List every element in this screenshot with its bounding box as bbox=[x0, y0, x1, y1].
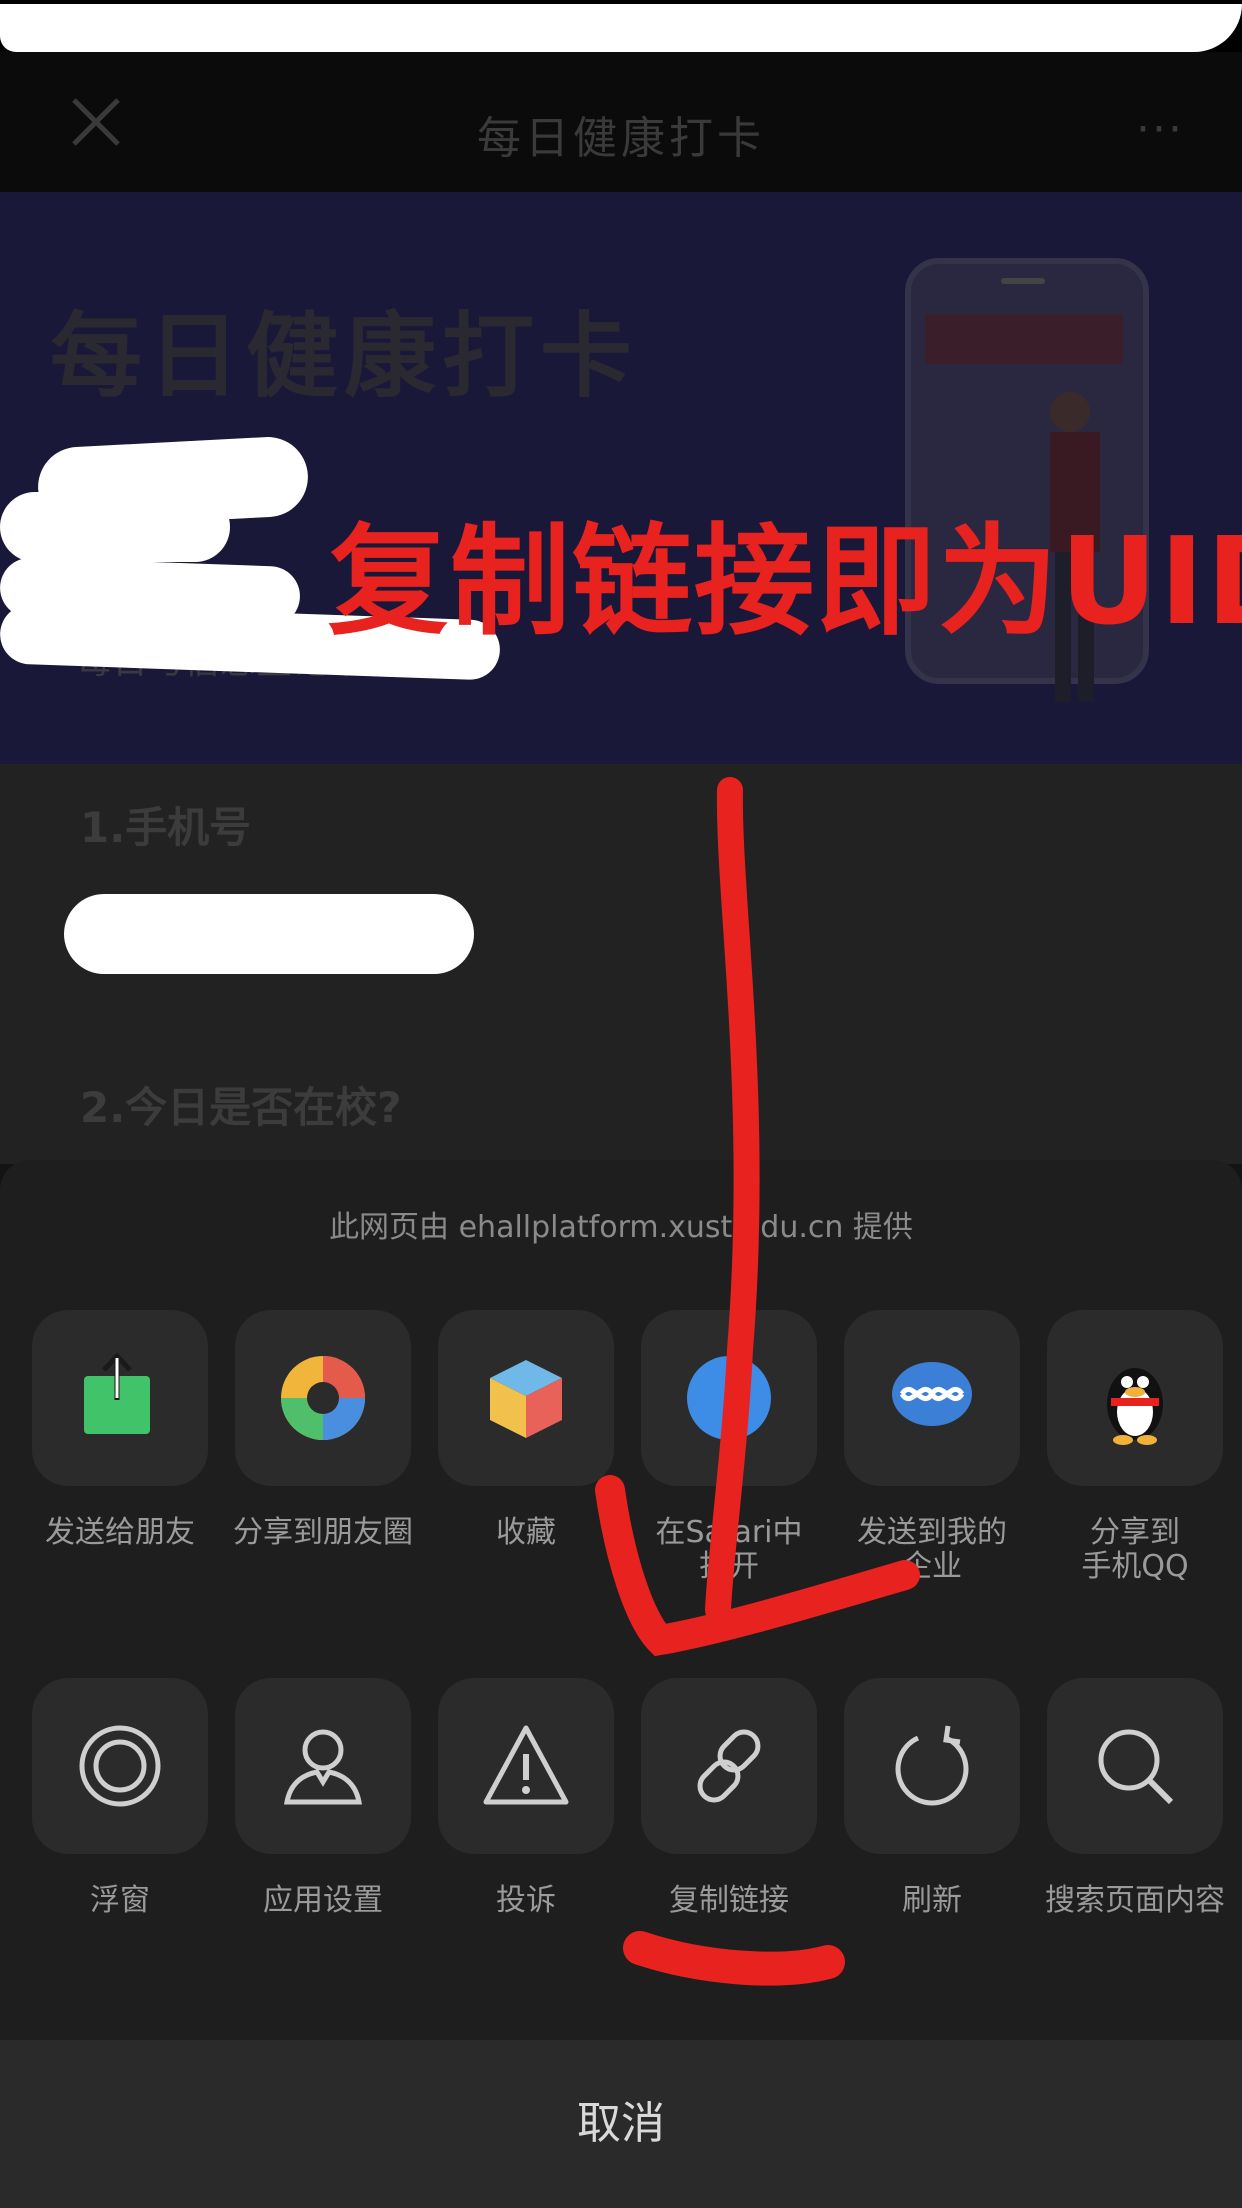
screen: 每日健康打卡 ··· 每日健康打卡 每日与信息登记平台 复制链接即为UID 1.… bbox=[0, 0, 1242, 2208]
red-arrow-annotation bbox=[595, 777, 920, 1986]
